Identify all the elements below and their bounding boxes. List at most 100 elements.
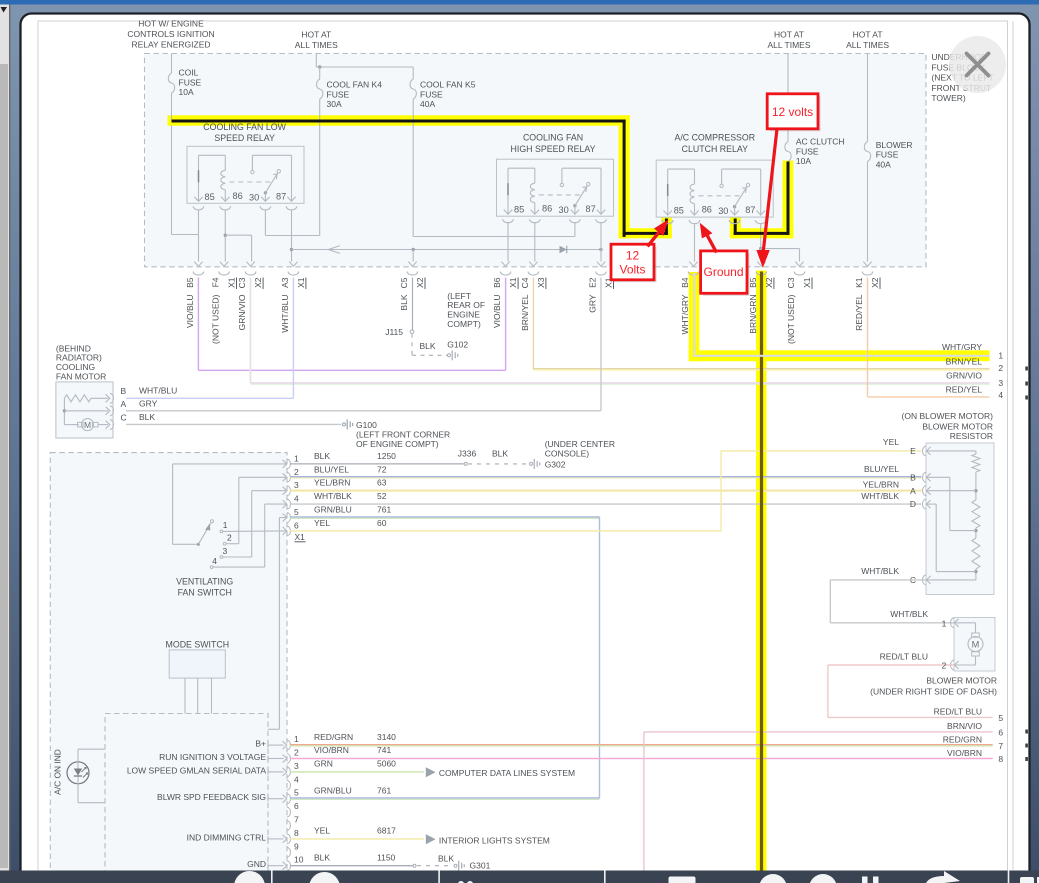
- svg-text:ALL TIMES: ALL TIMES: [768, 40, 811, 50]
- svg-text:30: 30: [718, 206, 728, 216]
- svg-text:HIGH SPEED RELAY: HIGH SPEED RELAY: [511, 144, 596, 154]
- svg-text:FUSE: FUSE: [796, 146, 819, 156]
- svg-text:GRN: GRN: [314, 759, 333, 769]
- svg-text:Volts: Volts: [619, 263, 645, 277]
- svg-text:4: 4: [294, 774, 299, 784]
- svg-text:7: 7: [294, 815, 299, 825]
- svg-text:GRY: GRY: [139, 399, 158, 409]
- svg-text:E2: E2: [588, 277, 598, 288]
- svg-text:2: 2: [942, 661, 947, 671]
- svg-text:5: 5: [998, 713, 1003, 723]
- svg-text:1250: 1250: [377, 451, 396, 461]
- svg-text:85: 85: [205, 192, 215, 202]
- svg-text:BRN/VIO: BRN/VIO: [947, 721, 982, 731]
- svg-text:52: 52: [377, 491, 387, 501]
- svg-text:6: 6: [294, 520, 299, 530]
- svg-text:HOT AT: HOT AT: [774, 30, 804, 40]
- svg-text:BRN/YEL: BRN/YEL: [520, 294, 530, 331]
- svg-text:BLU/YEL: BLU/YEL: [314, 464, 349, 474]
- svg-text:40A: 40A: [420, 99, 435, 109]
- svg-text:WHT/BLK: WHT/BLK: [314, 491, 352, 501]
- svg-text:5: 5: [294, 507, 299, 517]
- svg-text:X1: X1: [802, 277, 812, 288]
- svg-text:X2: X2: [253, 277, 263, 288]
- svg-text:FAN MOTOR: FAN MOTOR: [56, 372, 106, 382]
- svg-text:3: 3: [998, 378, 1003, 388]
- svg-text:4: 4: [998, 390, 1003, 400]
- svg-text:COIL: COIL: [179, 68, 199, 78]
- svg-text:72: 72: [377, 464, 387, 474]
- svg-text:RUN IGNITION 3 VOLTAGE: RUN IGNITION 3 VOLTAGE: [159, 752, 266, 762]
- svg-text:6817: 6817: [377, 826, 396, 836]
- svg-text:2: 2: [227, 533, 232, 543]
- svg-text:85: 85: [514, 205, 524, 215]
- svg-text:COOL FAN K5: COOL FAN K5: [420, 80, 476, 90]
- svg-text:Ground: Ground: [703, 265, 743, 279]
- svg-text:BLU/YEL: BLU/YEL: [864, 464, 899, 474]
- svg-text:CLUTCH RELAY: CLUTCH RELAY: [682, 144, 748, 154]
- svg-text:VIO/BRN: VIO/BRN: [947, 748, 982, 758]
- svg-text:BLOWER MOTOR: BLOWER MOTOR: [926, 676, 997, 686]
- svg-text:D: D: [910, 499, 916, 509]
- svg-text:1: 1: [942, 618, 947, 628]
- svg-text:J336: J336: [458, 449, 477, 459]
- svg-text:G301: G301: [470, 861, 491, 871]
- svg-text:HOT AT: HOT AT: [301, 30, 331, 40]
- svg-text:40A: 40A: [876, 159, 891, 169]
- svg-text:GRN/VIO: GRN/VIO: [946, 371, 982, 381]
- svg-text:RESISTOR: RESISTOR: [950, 431, 993, 441]
- svg-text:4: 4: [212, 556, 217, 566]
- svg-text:BLK: BLK: [139, 412, 155, 422]
- svg-text:YEL: YEL: [314, 826, 330, 836]
- svg-text:63: 63: [377, 478, 387, 488]
- svg-text:RED/GRN: RED/GRN: [943, 734, 982, 744]
- svg-text:C4: C4: [520, 277, 530, 288]
- svg-text:BLK: BLK: [399, 294, 409, 310]
- svg-text:COOLING FAN LOW: COOLING FAN LOW: [203, 122, 286, 132]
- svg-text:GRN/BLU: GRN/BLU: [314, 505, 352, 515]
- svg-text:X1: X1: [296, 277, 306, 288]
- svg-text:761: 761: [377, 785, 391, 795]
- svg-text:YEL: YEL: [883, 437, 899, 447]
- svg-text:BRN/YEL: BRN/YEL: [946, 356, 983, 366]
- svg-text:741: 741: [377, 745, 391, 755]
- svg-text:X2: X2: [870, 277, 880, 288]
- svg-text:FUSE: FUSE: [420, 89, 443, 99]
- svg-text:A: A: [910, 486, 916, 496]
- svg-text:3: 3: [294, 761, 299, 771]
- svg-text:B5: B5: [185, 277, 195, 288]
- svg-text:(ON BLOWER MOTOR): (ON BLOWER MOTOR): [902, 411, 994, 421]
- svg-text:BLK: BLK: [419, 341, 435, 351]
- svg-text:8: 8: [998, 754, 1003, 764]
- svg-text:WHT/BLK: WHT/BLK: [861, 566, 899, 576]
- svg-text:B4: B4: [680, 277, 690, 288]
- svg-text:10A: 10A: [179, 87, 194, 97]
- svg-text:WHT/BLU: WHT/BLU: [139, 386, 177, 396]
- svg-text:86: 86: [233, 191, 243, 201]
- svg-text:HOT AT: HOT AT: [853, 30, 883, 40]
- svg-text:10A: 10A: [796, 156, 811, 166]
- svg-text:12: 12: [626, 248, 640, 262]
- svg-text:A/C ON IND: A/C ON IND: [53, 749, 63, 795]
- svg-text:YEL: YEL: [314, 518, 330, 528]
- svg-text:X2: X2: [764, 277, 774, 288]
- svg-text:WHT/BLU: WHT/BLU: [280, 295, 290, 333]
- svg-text:WHT/BLK: WHT/BLK: [890, 609, 928, 619]
- svg-text:IND DIMMING CTRL: IND DIMMING CTRL: [187, 832, 267, 842]
- svg-text:VIO/BLU: VIO/BLU: [185, 295, 195, 329]
- svg-text:HOT W/ ENGINE: HOT W/ ENGINE: [138, 19, 204, 29]
- svg-text:FUSE: FUSE: [179, 77, 202, 87]
- svg-text:RED/YEL: RED/YEL: [854, 294, 864, 331]
- svg-text:WHT/BLK: WHT/BLK: [861, 491, 899, 501]
- svg-text:X1: X1: [508, 277, 518, 288]
- svg-text:8: 8: [294, 828, 299, 838]
- svg-text:85: 85: [674, 206, 684, 216]
- svg-text:1: 1: [294, 453, 299, 463]
- svg-text:X1: X1: [295, 532, 306, 542]
- svg-text:1: 1: [223, 520, 228, 530]
- svg-text:2: 2: [294, 467, 299, 477]
- svg-text:7: 7: [998, 741, 1003, 751]
- svg-text:RED/LT BLU: RED/LT BLU: [880, 651, 928, 661]
- svg-text:1: 1: [294, 734, 299, 744]
- svg-text:AC CLUTCH: AC CLUTCH: [796, 137, 845, 147]
